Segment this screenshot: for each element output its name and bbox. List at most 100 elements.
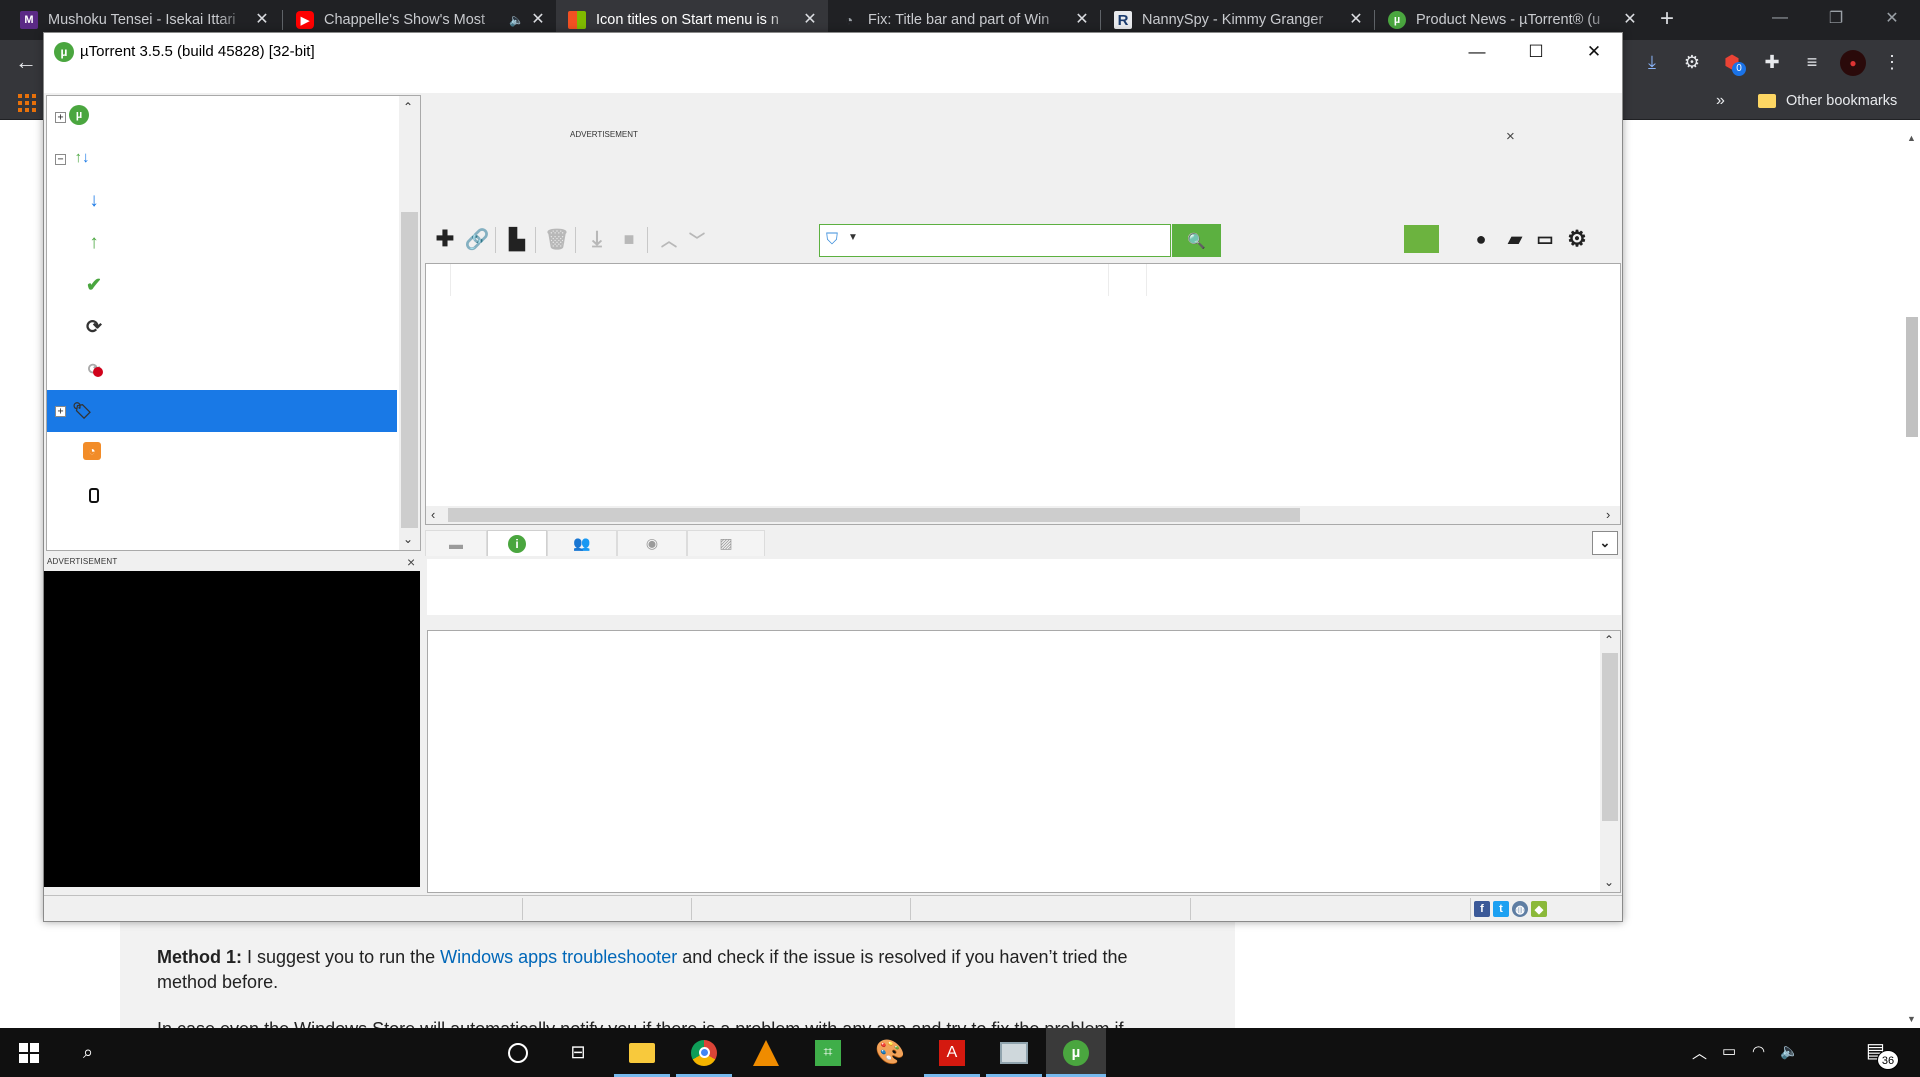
close-tab-icon[interactable]: ✕ [1348,12,1364,28]
menu-dots-icon[interactable]: ⋮ [1880,50,1904,74]
start-icon[interactable]: ⤓ [583,225,611,253]
sidebar-item-labels[interactable]: + 🏷 [47,390,397,432]
stop-icon[interactable]: ■ [615,225,643,253]
sidebar-item-active[interactable]: ⟳ [47,306,397,348]
settings-icon[interactable]: ⚙ [1563,225,1591,253]
puzzle-icon[interactable]: ✚ [1760,50,1784,74]
collapse-panel-icon[interactable]: ⌄ [1592,531,1618,555]
collapse-icon[interactable]: − [55,154,66,165]
horizontal-scrollbar[interactable]: ‹ › [426,506,1620,524]
battery-icon[interactable]: ▭ [1722,1042,1736,1060]
scroll-down-icon[interactable]: ⌄ [1604,875,1614,889]
move-up-icon[interactable]: ︿ [655,225,683,253]
close-tab-icon[interactable]: ✕ [530,12,546,28]
sidebar-item-inactive[interactable]: ⟳ [47,348,397,390]
remove-icon[interactable]: 🗑 [543,225,571,253]
maximize-button[interactable]: ☐ [1521,39,1551,65]
close-ad-icon[interactable]: × [407,554,415,570]
close-tab-icon[interactable]: ✕ [1622,12,1638,28]
ad-content[interactable] [44,571,420,887]
tab-speed[interactable]: ▨ [687,530,765,556]
sidebar-item-completed[interactable]: ✔ [47,264,397,306]
tray-overflow-icon[interactable]: ︿ [1692,1042,1707,1063]
close-button[interactable]: ✕ [1579,39,1609,65]
add-torrent-icon[interactable]: ✚ [431,225,459,253]
bulb-icon[interactable]: ● [1467,225,1495,253]
vlc-icon[interactable] [736,1028,796,1077]
scroll-left-icon[interactable]: ‹ [431,507,435,522]
page-scroll-thumb[interactable] [1906,317,1918,437]
extension-icon[interactable]: ⚙ [1680,50,1704,74]
sidebar-item-feeds[interactable]: ◔ [47,432,397,474]
expand-icon[interactable]: + [55,112,66,123]
remote-icon[interactable]: ▭ [1531,225,1559,253]
close-ad-icon[interactable]: × [1506,128,1515,145]
move-down-icon[interactable]: ﹀ [683,225,711,253]
tab-trackers[interactable]: ◉ [617,530,687,556]
scroll-right-icon[interactable]: › [1606,507,1610,522]
cortana-icon[interactable] [488,1028,548,1077]
greenshot-icon[interactable]: ⌗ [798,1028,858,1077]
tab-peers[interactable]: 👥 [547,530,617,556]
log-panel[interactable]: ⌃ ⌄ [427,630,1621,893]
paint-icon[interactable]: 🎨 [860,1028,920,1077]
twitter-icon[interactable]: t [1493,901,1509,917]
download-icon[interactable]: ⤓ [1640,50,1664,74]
scroll-up-icon[interactable]: ⌃ [403,100,413,114]
remote-desktop-icon[interactable] [984,1028,1044,1077]
browser-close-icon[interactable]: ✕ [1864,0,1920,36]
troubleshooter-link[interactable]: Windows apps troubleshooter [440,947,677,967]
back-arrow-icon[interactable]: ← [12,49,40,77]
scroll-down-icon[interactable]: ⌄ [403,532,413,546]
scroll-up-icon[interactable]: ⌃ [1604,633,1614,647]
globe-icon[interactable]: ◍ [1512,901,1528,917]
facebook-icon[interactable]: f [1474,901,1490,917]
torrent-list[interactable]: ‹ › [425,263,1621,525]
chat-icon[interactable]: ▰ [1501,225,1529,253]
close-tab-icon[interactable]: ✕ [254,12,270,28]
browser-minimize-icon[interactable]: — [1752,0,1808,36]
sidebar-item-devices[interactable] [47,474,397,516]
tab-info[interactable]: i [487,530,547,556]
search-button[interactable]: ⌕ [58,1028,118,1077]
bookmarks-overflow-button[interactable]: » [1716,92,1725,110]
new-tab-button[interactable]: + [1653,6,1681,34]
apps-grid-icon[interactable] [18,94,36,112]
start-button[interactable] [0,1028,58,1077]
scroll-down-icon[interactable]: ▼ [1907,1014,1916,1024]
task-view-icon[interactable]: ⊟ [548,1028,608,1077]
utorrent-taskbar-icon[interactable]: µ [1046,1028,1106,1077]
adblock-icon[interactable]: ⬢ 0 [1720,50,1746,76]
minimize-button[interactable]: — [1462,39,1492,65]
playlist-icon[interactable]: ≡ [1800,50,1824,74]
wifi-icon[interactable]: ◠ [1752,1042,1765,1060]
acrobat-icon[interactable]: A [922,1028,982,1077]
sidebar-item-downloading[interactable]: ↓ [47,180,397,222]
page-scrollbar[interactable]: ▲ ▼ [1904,121,1920,1028]
chrome-icon[interactable] [674,1028,734,1077]
browser-restore-icon[interactable]: ❐ [1808,0,1864,36]
horizontal-scroll-thumb[interactable] [448,508,1300,522]
sidebar-scrollbar[interactable]: ⌃ ⌄ [399,96,420,550]
sidebar-item-torrents[interactable]: + µ [47,96,397,138]
file-explorer-icon[interactable] [612,1028,672,1077]
upgrade-badge[interactable] [1404,225,1439,253]
search-button[interactable]: 🔍 [1172,224,1221,257]
close-tab-icon[interactable]: ✕ [1074,12,1090,28]
volume-icon[interactable]: 🔈 [1780,1042,1799,1060]
log-scroll-thumb[interactable] [1602,653,1618,821]
scroll-up-icon[interactable]: ▲ [1907,133,1916,143]
expand-icon[interactable]: + [55,406,66,417]
profile-avatar[interactable]: ● [1840,50,1866,76]
sidebar-item-all-transfers[interactable]: − ↑ ↓ [47,138,397,180]
other-bookmarks-link[interactable]: Other bookmarks [1786,93,1897,109]
sidebar-item-seeding[interactable]: ↑ [47,222,397,264]
notification-center-icon[interactable]: ▤ 36 [1866,1038,1899,1070]
add-link-icon[interactable]: 🔗 [463,225,491,253]
shield-icon[interactable]: ⛉ [826,231,844,251]
android-icon[interactable]: ◆ [1531,901,1547,917]
search-input[interactable] [864,229,1104,253]
sidebar-scroll-thumb[interactable] [401,212,418,528]
chevron-down-icon[interactable]: ▼ [848,232,858,243]
create-torrent-icon[interactable]: ▙ [503,225,531,253]
